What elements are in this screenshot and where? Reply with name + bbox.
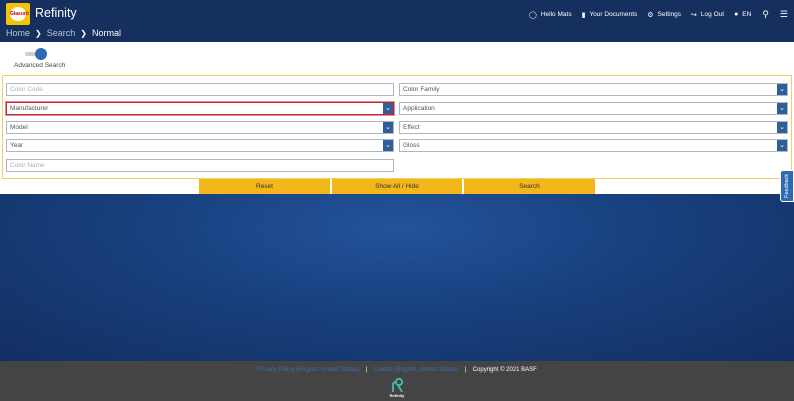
color-name-input[interactable]: Color Name [6,159,394,172]
chevron-down-icon: ⌄ [383,103,393,114]
footer-links: Privacy Policy (English, United States) … [0,367,794,373]
nav-settings[interactable]: ⚙ Settings [647,11,681,19]
footer-logo-text: Refinity [389,393,405,398]
background-area [0,194,794,361]
breadcrumb-home[interactable]: Home [6,28,30,38]
reset-button[interactable]: Reset [199,179,330,194]
nav-label: Log Out [700,11,725,18]
search-icon[interactable]: ⚲ [762,9,769,20]
chevron-down-icon: ⌄ [777,140,787,151]
logout-icon: ↪ [691,11,697,19]
application-select-value: Application [403,105,435,112]
manufacturer-select-value: Manufacturer [10,105,49,112]
application-select[interactable]: Application ⌄ [399,102,788,115]
chevron-right-icon: ❯ [80,28,87,38]
year-select-value: Year [10,142,24,149]
app-title: Refinity [35,6,77,20]
color-family-select[interactable]: Color Family ⌄ [399,83,788,96]
nav-label: Your Documents [589,11,638,18]
chevron-down-icon: ⌄ [777,122,787,133]
folder-icon: ▮ [581,11,586,19]
nav-hello-user[interactable]: ◯ Hello Mats [529,11,572,19]
footer-divider: | [365,367,368,373]
copyright-text: Copyright © 2021 BASF [472,367,537,373]
credits-link[interactable]: Credits (English, United States) [374,367,458,373]
nav-label: Hello Mats [540,11,572,18]
color-family-select-value: Color Family [403,86,440,93]
show-all-hide-button[interactable]: Show All / Hide [332,179,462,194]
breadcrumb-search[interactable]: Search [47,28,76,38]
gear-icon: ⚙ [647,11,654,19]
chevron-down-icon: ⌄ [383,140,393,151]
advanced-search-label: Advanced Search [14,62,66,69]
effect-select[interactable]: Effect ⌄ [399,121,788,134]
year-select[interactable]: Year ⌄ [6,139,394,152]
nav-language[interactable]: ● EN [734,11,751,18]
manufacturer-select[interactable]: Manufacturer ⌄ [5,101,395,116]
chevron-down-icon: ⌄ [777,84,787,95]
chevron-down-icon: ⌄ [383,122,393,133]
glasurit-logo[interactable]: Glasurit [6,3,30,25]
feedback-label: Feedback [784,173,790,198]
feedback-tab[interactable]: Feedback [780,170,794,202]
app-header: Glasurit Refinity Home ❯ Search ❯ Normal… [0,0,794,42]
globe-icon: ● [734,11,739,18]
breadcrumb-current: Normal [91,28,121,38]
advanced-search-toggle[interactable] [25,48,47,60]
toggle-knob [35,48,47,60]
refinity-logo-icon [392,378,404,392]
model-select-value: Model [10,124,28,131]
effect-select-value: Effect [403,124,420,131]
chevron-right-icon: ❯ [35,28,42,38]
privacy-policy-link[interactable]: Privacy Policy (English, United States) [257,367,359,373]
color-code-input[interactable]: Color Code [6,83,394,96]
nav-your-documents[interactable]: ▮ Your Documents [582,11,638,19]
user-icon: ◯ [529,11,537,19]
gloss-select[interactable]: Gloss ⌄ [399,139,788,152]
nav-label: Settings [657,11,682,18]
chevron-down-icon: ⌄ [777,103,787,114]
search-panel: Advanced Search Color Code Manufacturer … [0,42,794,194]
nav-label: EN [742,11,752,18]
breadcrumb: Home ❯ Search ❯ Normal [6,28,121,38]
footer-divider: | [464,367,467,373]
model-select[interactable]: Model ⌄ [6,121,394,134]
top-nav: ◯ Hello Mats ▮ Your Documents ⚙ Settings… [519,9,788,20]
hamburger-menu-icon[interactable]: ☰ [780,9,788,20]
gloss-select-value: Gloss [403,142,420,149]
logo-text: Glasurit [10,7,29,21]
nav-log-out[interactable]: ↪ Log Out [691,11,724,19]
footer: Privacy Policy (English, United States) … [0,361,794,401]
search-button[interactable]: Search [464,179,595,194]
